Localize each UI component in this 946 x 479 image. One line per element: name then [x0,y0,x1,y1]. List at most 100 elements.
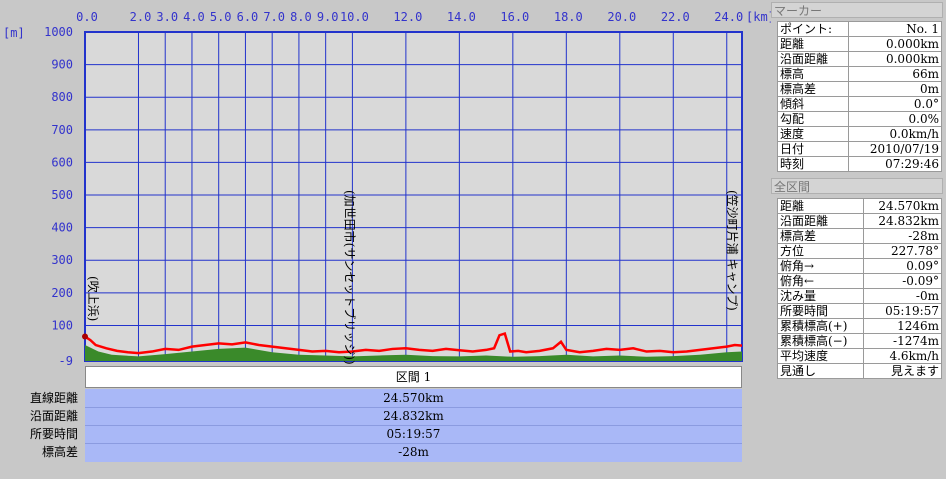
marker-value: 0.000km [848,36,942,52]
marker-value: 2010/07/19 [848,141,942,157]
all-section-label: 方位 [776,243,865,259]
marker-value: 07:29:46 [848,156,942,172]
marker-table: ポイント: No. 1 距離 0.000km 沿面距離 0.000km 標高 66m 標高差 0m… [776,21,942,172]
marker-row: 日付 2010/07/19 [776,141,942,157]
marker-value: 0.000km [848,51,942,67]
y-tick-label: 100 [51,318,73,332]
all-section-label: 俯角← [776,273,865,289]
y-tick-label: 300 [51,253,73,267]
marker-row: 標高 66m [776,66,942,82]
x-tick-label: 24.0 [714,10,743,24]
all-section-label: 累積標高(+) [776,318,865,334]
marker-label: 日付 [776,141,850,157]
section-divider [85,443,742,444]
marker-row: 距離 0.000km [776,36,942,52]
marker-row: ポイント: No. 1 [776,21,942,37]
section-divider [85,425,742,426]
all-section-label: 平均速度 [776,348,865,364]
all-section-row: 俯角→ 0.09° [776,258,942,274]
all-section-row: 標高差 -28m [776,228,942,244]
marker-point[interactable] [82,333,88,340]
x-tick-label: 16.0 [500,10,529,24]
all-section-value: 227.78° [863,243,942,259]
y-tick-label: 200 [51,286,73,300]
marker-value: 66m [848,66,942,82]
x-tick-label: 4.0 [183,10,205,24]
all-section-label: 沈み量 [776,288,865,304]
x-tick-label: 14.0 [447,10,476,24]
section-label: 所要時間 [29,427,78,441]
marker-label: 標高 [776,66,850,82]
x-tick-label: 0.0 [76,10,98,24]
all-section-row: 沿面距離 24.832km [776,213,942,229]
x-tick-label: 6.0 [237,10,259,24]
location-annotation: (吹上浜) [86,276,100,321]
all-section-row: 累積標高(+) 1246m [776,318,942,334]
marker-value: 0m [848,81,942,97]
marker-label: 距離 [776,36,850,52]
marker-row: 標高差 0m [776,81,942,97]
all-section-value: -0m [863,288,942,304]
section-label: 直線距離 [29,391,78,405]
y-tick-label: 600 [51,155,73,169]
all-section-value: 0.09° [863,258,942,274]
marker-label: 速度 [776,126,850,142]
marker-row: 時刻 07:29:46 [776,156,942,172]
all-section-label: 所要時間 [776,303,865,319]
marker-label: ポイント: [776,21,850,37]
all-section-label: 距離 [776,198,865,214]
all-section-value: 24.832km [863,213,942,229]
all-section-table: 距離 24.570km 沿面距離 24.832km 標高差 -28m 方位 227.78° 俯角… [776,198,942,379]
all-section-row: 俯角← -0.09° [776,273,942,289]
x-tick-label: 5.0 [210,10,232,24]
marker-row: 傾斜 0.0° [776,96,942,112]
y-tick-label: 900 [51,58,73,72]
marker-value: No. 1 [848,21,942,37]
marker-label: 勾配 [776,111,850,127]
marker-label: 傾斜 [776,96,850,112]
section-value: 05:19:57 [386,427,441,441]
all-section-label: 俯角→ [776,258,865,274]
x-tick-label: 20.0 [607,10,636,24]
x-unit-label: [km] [746,10,771,24]
x-tick-label: 2.0 [130,10,152,24]
all-section-row: 沈み量 -0m [776,288,942,304]
marker-label: 沿面距離 [776,51,850,67]
all-section-row: 方位 227.78° [776,243,942,259]
marker-panel-header: マーカー [771,2,943,18]
all-section-panel-header: 全区間 [771,178,943,194]
x-tick-label: 22.0 [661,10,690,24]
section-label: 標高差 [41,445,78,459]
section-value: 24.832km [383,409,444,423]
x-tick-label: 12.0 [393,10,422,24]
y-tick-label: 800 [51,90,73,104]
marker-row: 勾配 0.0% [776,111,942,127]
all-section-row: 累積標高(−) -1274m [776,333,942,349]
all-section-value: 1246m [863,318,942,334]
all-section-value: 24.570km [863,198,942,214]
marker-label: 標高差 [776,81,850,97]
all-section-value: 4.6km/h [863,348,942,364]
section-header-button[interactable]: 区間 1 [85,366,742,388]
all-section-label: 沿面距離 [776,213,865,229]
all-section-row: 見通し 見えます [776,363,942,379]
x-tick-label: 3.0 [156,10,178,24]
all-section-label: 標高差 [776,228,865,244]
marker-row: 沿面距離 0.000km [776,51,942,67]
all-section-row: 平均速度 4.6km/h [776,348,942,364]
section-value: -28m [398,445,429,459]
plot-area [84,31,743,362]
section-divider [85,407,742,408]
y-unit-label: [m] [3,26,25,40]
marker-label: 時刻 [776,156,850,172]
all-section-value: 見えます [863,363,942,379]
y-tick-label: 400 [51,221,73,235]
all-section-label: 見通し [776,363,865,379]
all-section-value: -28m [863,228,942,244]
elevation-chart: 0.0 2.0 3.0 4.0 5.0 6.0 7.0 8.0 9.0 10.0 12.0 14.0 1… [3,10,771,366]
y-tick-label: 500 [51,188,73,202]
all-section-value: -0.09° [863,273,942,289]
x-tick-label: 7.0 [263,10,285,24]
all-section-value: -1274m [863,333,942,349]
marker-row: 速度 0.0km/h [776,126,942,142]
